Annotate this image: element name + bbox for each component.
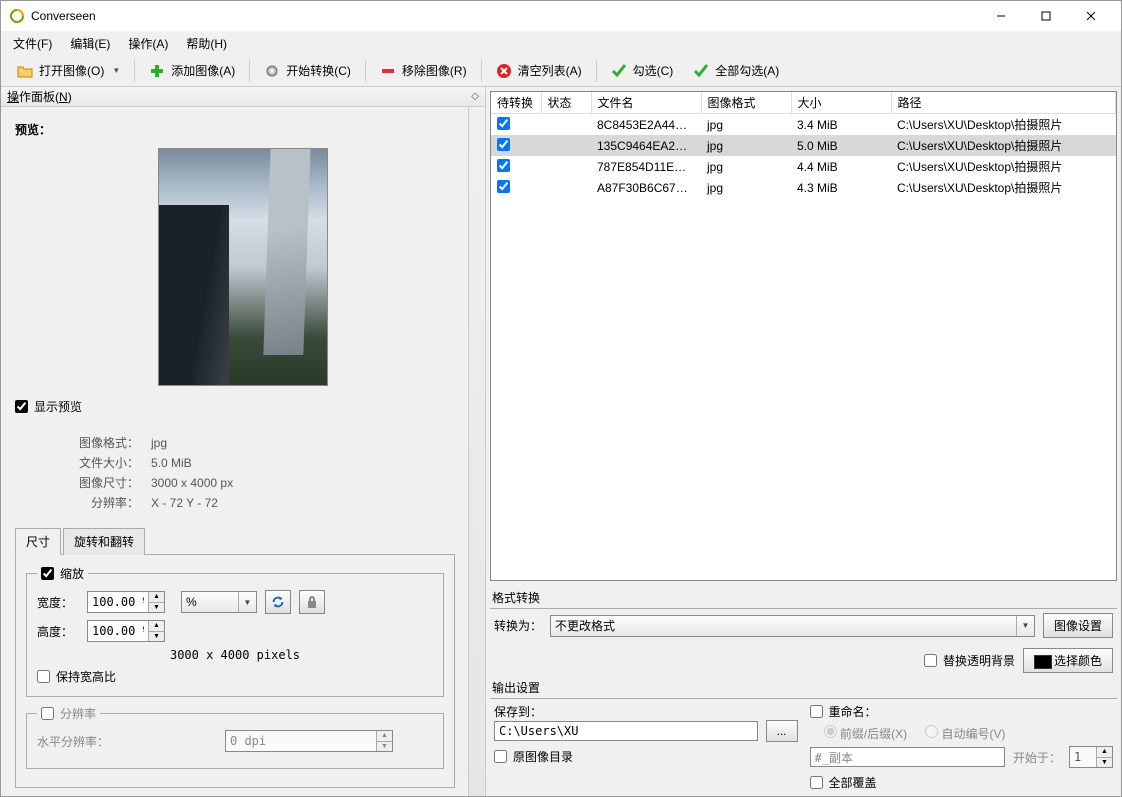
menu-file[interactable]: 文件(F) [5,33,60,54]
menubar: 文件(F) 编辑(E) 操作(A) 帮助(H) [1,31,1121,55]
pixel-size: 3000 x 4000 pixels [37,648,433,662]
show-preview-label: 显示预览 [34,398,82,415]
dropdown-icon: ▼ [112,66,120,75]
titlebar: Converseen [1,1,1121,31]
clear-list-button[interactable]: 清空列表(A) [486,59,592,82]
tab-rotate[interactable]: 旋转和翻转 [63,528,145,555]
clear-icon [496,63,512,79]
hres-spinner[interactable]: ▲▼ [225,730,393,752]
overwrite-checkbox[interactable]: 全部覆盖 [810,774,877,791]
app-title: Converseen [31,9,978,23]
resolution-fieldset: 分辨率 水平分辨率： ▲▼ [26,705,444,769]
open-label: 打开图像(O) [39,62,104,79]
right-panel: 待转换 状态 文件名 图像格式 大小 路径 8C8453E2A44…jpg3.4… [486,87,1121,796]
convert-to-label: 转换为： [494,617,542,634]
check-icon [611,63,627,79]
close-button[interactable] [1068,1,1113,31]
save-path-input[interactable] [494,721,758,741]
add-image-button[interactable]: 添加图像(A) [139,59,245,82]
format-combo[interactable]: ▼ [550,615,1035,637]
minus-icon [380,63,396,79]
table-row[interactable]: 787E854D11E…jpg4.4 MiBC:\Users\XU\Deskto… [491,156,1116,177]
tab-content: 缩放 宽度： ▲▼ ▼ 高度： ▲▼ 3000 x 4000 pixels [15,555,455,788]
start-convert-button[interactable]: 开始转换(C) [254,59,361,82]
undock-icon[interactable]: ◇ [471,91,479,102]
table-header-row: 待转换 状态 文件名 图像格式 大小 路径 [491,92,1116,114]
gear-icon [264,63,280,79]
table-row[interactable]: 135C9464EA2…jpg5.0 MiBC:\Users\XU\Deskto… [491,135,1116,156]
format-section-header: 格式转换 [490,587,1117,609]
checkall-label: 全部勾选(A) [715,62,779,79]
check-button[interactable]: 勾选(C) [601,59,684,82]
save-to-label: 保存到： [494,703,798,720]
start-spinner[interactable]: ▲▼ [1069,746,1113,768]
plus-icon [149,63,165,79]
file-table[interactable]: 待转换 状态 文件名 图像格式 大小 路径 8C8453E2A44…jpg3.4… [490,91,1117,581]
preview-label: 预览： [15,121,471,138]
width-label: 宽度： [37,594,79,611]
menu-help[interactable]: 帮助(H) [178,33,235,54]
remove-label: 移除图像(R) [402,62,467,79]
tab-dimensions[interactable]: 尺寸 [15,528,61,555]
remove-image-button[interactable]: 移除图像(R) [370,59,477,82]
maximize-button[interactable] [1023,1,1068,31]
orig-dir-checkbox[interactable]: 原图像目录 [494,748,573,765]
width-spinner[interactable]: ▲▼ [87,591,165,613]
panel-title: 操作面板(N) [7,88,72,105]
rename-checkbox[interactable]: 重命名： [810,703,877,720]
add-label: 添加图像(A) [171,62,235,79]
checkall-icon [693,63,709,79]
menu-edit[interactable]: 编辑(E) [62,33,118,54]
toolbar: 打开图像(O) ▼ 添加图像(A) 开始转换(C) 移除图像(R) 清空列表(A… [1,55,1121,87]
main-area: 操作面板(N) ◇ 预览： 显示预览 图像格式：jpg 文件大小：5.0 MiB… [1,87,1121,796]
height-label: 高度： [37,623,79,640]
choose-color-button[interactable]: 选择颜色 [1023,648,1113,673]
show-preview-checkbox[interactable]: 显示预览 [15,398,471,415]
keep-ratio-checkbox[interactable]: 保持宽高比 [37,668,116,685]
image-info: 图像格式：jpg 文件大小：5.0 MiB 图像尺寸：3000 x 4000 p… [75,433,471,513]
tabstrip: 尺寸 旋转和翻转 [15,527,455,555]
refresh-button[interactable] [265,590,291,614]
clear-label: 清空列表(A) [518,62,582,79]
resolution-checkbox[interactable]: 分辨率 [37,705,100,722]
table-row[interactable]: 8C8453E2A44…jpg3.4 MiBC:\Users\XU\Deskto… [491,114,1116,136]
start-label: 开始转换(C) [286,62,351,79]
scale-checkbox[interactable]: 缩放 [37,565,88,582]
suffix-input[interactable] [810,747,1005,767]
preview-image [158,148,328,386]
image-settings-button[interactable]: 图像设置 [1043,613,1113,638]
auto-radio[interactable]: 自动编号(V) [925,725,1005,742]
scale-fieldset: 缩放 宽度： ▲▼ ▼ 高度： ▲▼ 3000 x 4000 pixels [26,565,444,697]
open-image-button[interactable]: 打开图像(O) ▼ [7,59,130,82]
app-icon [9,8,25,24]
check-label: 勾选(C) [633,62,674,79]
unit-combo[interactable]: ▼ [181,591,257,613]
check-all-button[interactable]: 全部勾选(A) [683,59,789,82]
start-from-label: 开始于： [1013,749,1061,766]
browse-button[interactable]: ... [766,720,798,742]
output-section-header: 输出设置 [490,677,1117,699]
lock-button[interactable] [299,590,325,614]
replace-bg-checkbox[interactable]: 替换透明背景 [924,648,1015,673]
left-panel: 操作面板(N) ◇ 预览： 显示预览 图像格式：jpg 文件大小：5.0 MiB… [1,87,486,796]
panel-header: 操作面板(N) ◇ [1,87,485,107]
prefix-radio[interactable]: 前缀/后缀(X) [824,725,908,742]
folder-icon [17,63,33,79]
height-spinner[interactable]: ▲▼ [87,620,165,642]
menu-action[interactable]: 操作(A) [120,33,176,54]
table-row[interactable]: A87F30B6C67…jpg4.3 MiBC:\Users\XU\Deskto… [491,177,1116,198]
hres-label: 水平分辨率： [37,733,217,750]
color-swatch [1034,655,1052,669]
minimize-button[interactable] [978,1,1023,31]
